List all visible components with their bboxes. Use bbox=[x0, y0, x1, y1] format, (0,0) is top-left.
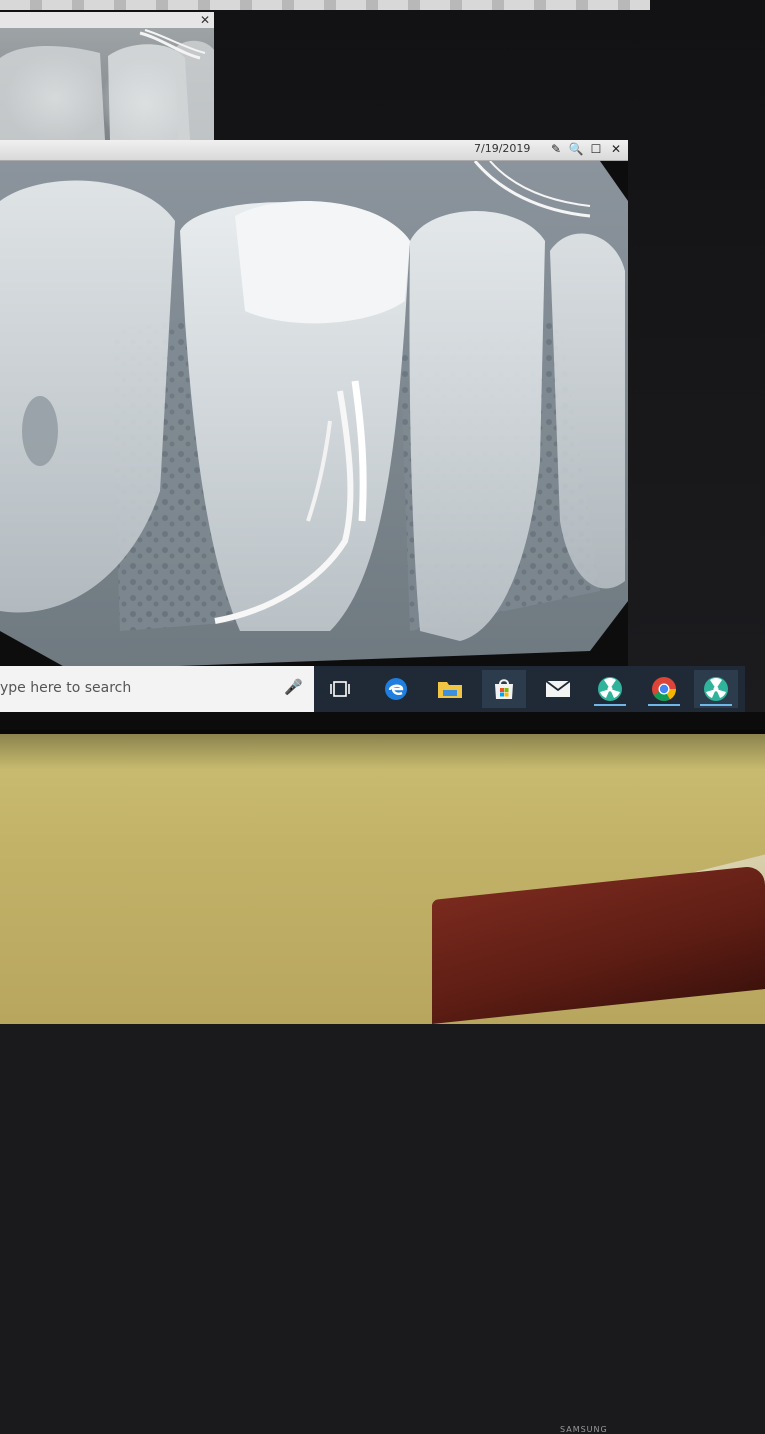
close-icon[interactable]: ✕ bbox=[200, 12, 210, 28]
maximize-icon[interactable]: ☐ bbox=[588, 141, 604, 157]
taskbar-search-box[interactable]: ype here to search 🎤 bbox=[0, 666, 314, 712]
radiation-icon bbox=[598, 677, 622, 701]
top-window-edge bbox=[0, 0, 650, 10]
edge-icon bbox=[385, 678, 407, 700]
running-indicator bbox=[648, 704, 680, 706]
search-input[interactable]: ype here to search bbox=[0, 680, 131, 696]
background-window-titlebar[interactable]: ✕ bbox=[0, 12, 214, 28]
radiation-icon bbox=[704, 677, 728, 701]
monitor-brand-logo: SAMSUNG bbox=[560, 1425, 608, 1434]
dental-xray-graphic bbox=[0, 161, 628, 670]
task-view-button[interactable] bbox=[318, 670, 362, 708]
wall-shadow bbox=[0, 730, 765, 770]
close-icon[interactable]: ✕ bbox=[608, 141, 624, 157]
folder-icon bbox=[438, 682, 462, 698]
xray-app-1-button[interactable] bbox=[588, 670, 632, 708]
xray-app-2-button[interactable] bbox=[694, 670, 738, 708]
chrome-button[interactable] bbox=[642, 670, 686, 708]
xray-window-titlebar[interactable]: 7/19/2019 ✎ 🔍 ☐ ✕ bbox=[0, 140, 628, 161]
windows-taskbar: ype here to search 🎤 bbox=[0, 666, 745, 712]
edge-button[interactable] bbox=[374, 670, 418, 708]
edit-icon[interactable]: ✎ bbox=[548, 141, 564, 157]
store-button[interactable] bbox=[482, 670, 526, 708]
mail-button[interactable] bbox=[536, 670, 580, 708]
chrome-icon bbox=[652, 677, 676, 702]
monitor: ✕ 7/19/2019 ✎ 🔍 ☐ ✕ ype here to search 🎤… bbox=[0, 0, 765, 1434]
search-icon[interactable]: 🔍 bbox=[568, 141, 584, 157]
running-indicator bbox=[700, 704, 732, 706]
mail-icon bbox=[545, 680, 571, 697]
background-xray-image bbox=[0, 28, 214, 140]
background-teeth-graphic bbox=[0, 29, 214, 140]
xray-date: 7/19/2019 bbox=[474, 142, 531, 155]
background-xray-window[interactable]: ✕ bbox=[0, 12, 214, 140]
xray-viewer-window[interactable]: 7/19/2019 ✎ 🔍 ☐ ✕ bbox=[0, 140, 628, 670]
running-indicator bbox=[594, 704, 626, 706]
microphone-icon[interactable]: 🎤 bbox=[284, 678, 303, 700]
store-icon bbox=[495, 679, 513, 699]
task-view-icon bbox=[330, 681, 350, 697]
file-explorer-button[interactable] bbox=[428, 670, 472, 708]
dental-xray-image bbox=[0, 161, 628, 670]
